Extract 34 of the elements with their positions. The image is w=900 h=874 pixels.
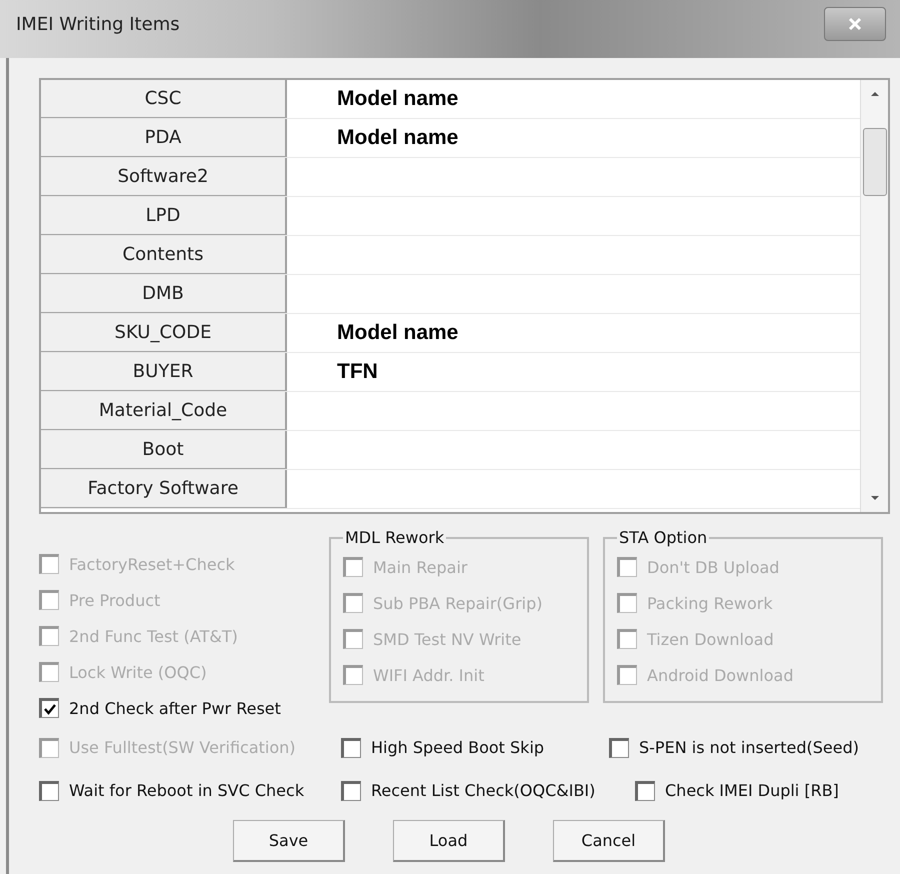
row-header: Factory Software: [41, 470, 287, 508]
dialog-button[interactable]: Save: [233, 820, 345, 862]
checkbox-option[interactable]: 2nd Check after Pwr Reset: [39, 690, 329, 726]
row-header: PDA: [41, 119, 287, 157]
row-header: SKU_CODE: [41, 314, 287, 352]
group-title: STA Option: [618, 528, 708, 547]
row-header: LPD: [41, 197, 287, 235]
checkbox-option[interactable]: High Speed Boot Skip: [341, 730, 609, 766]
dialog-button[interactable]: Cancel: [553, 820, 665, 862]
cell-value: Model name: [337, 321, 458, 345]
row-header: BUYER: [41, 353, 287, 391]
checkbox-option[interactable]: Wait for Reboot in SVC Check: [39, 772, 341, 808]
checkbox-option[interactable]: S-PEN is not inserted(Seed): [609, 730, 859, 766]
row-header: Material_Code: [41, 392, 287, 430]
row-header: Boot: [41, 431, 287, 469]
window-title: IMEI Writing Items: [16, 14, 180, 34]
row-header: Contents: [41, 236, 287, 274]
row-header: Software2: [41, 158, 287, 196]
checkmark-icon: [43, 702, 57, 716]
close-icon: [847, 16, 863, 32]
cell-value: Model name: [337, 126, 458, 150]
scroll-down-icon[interactable]: [870, 494, 880, 502]
scroll-up-icon[interactable]: [870, 90, 880, 98]
row-header: DMB: [41, 275, 287, 313]
cell-value: TFN: [337, 360, 378, 384]
close-button[interactable]: [824, 7, 886, 41]
row-header: CSC: [41, 80, 287, 118]
group-title: MDL Rework: [344, 528, 446, 547]
cell-value: Model name: [337, 87, 458, 111]
checkbox-option[interactable]: Recent List Check(OQC&IBI): [341, 772, 635, 808]
dialog-button[interactable]: Load: [393, 820, 505, 862]
checkbox-option[interactable]: Check IMEI Dupli [RB]: [635, 772, 839, 808]
scrollbar[interactable]: [860, 80, 888, 512]
scroll-thumb[interactable]: [862, 128, 886, 196]
